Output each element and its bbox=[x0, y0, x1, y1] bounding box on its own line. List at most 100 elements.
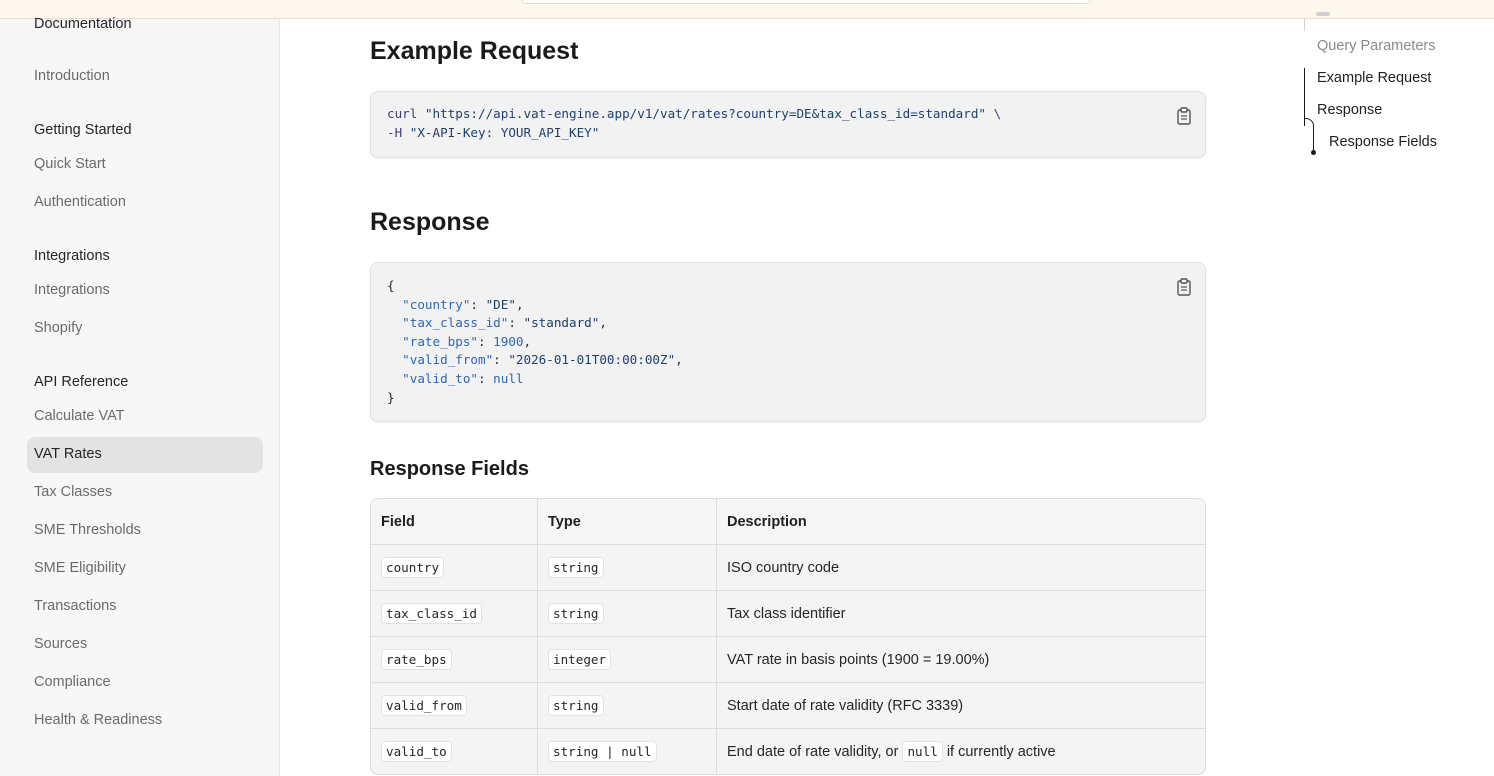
sidebar-section-documentation[interactable]: Documentation bbox=[34, 16, 132, 32]
field-cell: valid_from bbox=[371, 683, 538, 728]
clipboard-icon bbox=[1177, 107, 1191, 125]
sidebar-item-sme-eligibility[interactable]: SME Eligibility bbox=[34, 560, 126, 576]
sidebar-item-quick-start[interactable]: Quick Start bbox=[34, 156, 106, 172]
toc-item-response-fields[interactable]: Response Fields bbox=[1329, 134, 1437, 150]
field-code: valid_to bbox=[381, 741, 452, 762]
sidebar-item-sme-thresholds[interactable]: SME Thresholds bbox=[34, 522, 141, 538]
inline-code: null bbox=[902, 741, 943, 762]
sidebar-item-sources[interactable]: Sources bbox=[34, 636, 87, 652]
description-cell: End date of rate validity, or null if cu… bbox=[717, 729, 1205, 774]
code-token: , bbox=[515, 296, 524, 312]
description-cell: ISO country code bbox=[727, 559, 840, 576]
table-header-type: Type bbox=[538, 499, 717, 544]
response-fields-table: Field Type Description country string IS… bbox=[370, 498, 1206, 775]
copy-button[interactable] bbox=[1176, 107, 1192, 125]
toc-rail bbox=[1304, 19, 1305, 31]
sidebar-item-label: VAT Rates bbox=[34, 446, 102, 462]
code-token: "https://api.vat-engine.app/v1/vat/rates… bbox=[424, 106, 987, 121]
sidebar-item-transactions[interactable]: Transactions bbox=[34, 598, 116, 614]
json-value: "standard" bbox=[523, 315, 600, 331]
sidebar-group-api-reference: API Reference bbox=[34, 374, 129, 390]
response-code: { "country": "DE", "tax_class_id": "stan… bbox=[387, 278, 683, 405]
toc-dot bbox=[1311, 150, 1316, 155]
top-bar bbox=[0, 0, 1494, 19]
description-cell: Start date of rate validity (RFC 3339) bbox=[727, 697, 964, 714]
response-fields-heading: Response Fields bbox=[370, 458, 529, 480]
code-token: -H bbox=[387, 124, 403, 140]
search-input[interactable] bbox=[521, 0, 1091, 4]
code-token: { bbox=[387, 278, 395, 293]
table-row: country string ISO country code bbox=[371, 544, 1205, 590]
json-value: "DE" bbox=[485, 296, 516, 312]
sidebar-item-health-readiness[interactable]: Health & Readiness bbox=[34, 712, 162, 728]
type-cell: integer bbox=[538, 637, 717, 682]
field-cell: tax_class_id bbox=[371, 591, 538, 636]
json-value: "2026-01-01T00:00:00Z" bbox=[508, 352, 676, 368]
json-value: 1900 bbox=[493, 333, 524, 349]
json-key: "valid_to" bbox=[402, 370, 478, 386]
table-row: valid_to string | null End date of rate … bbox=[371, 728, 1205, 774]
code-token: , bbox=[523, 333, 532, 349]
toc-cutoff-text bbox=[1316, 12, 1330, 16]
json-key: "country" bbox=[402, 296, 471, 312]
sidebar-group-getting-started: Getting Started bbox=[34, 122, 132, 138]
table-row: tax_class_id string Tax class identifier bbox=[371, 590, 1205, 636]
description-text: if currently active bbox=[946, 743, 1056, 760]
type-cell: string | null bbox=[538, 729, 717, 774]
sidebar-item-shopify[interactable]: Shopify bbox=[34, 320, 82, 336]
toc-sub-rail bbox=[1313, 128, 1314, 152]
response-code-block: { "country": "DE", "tax_class_id": "stan… bbox=[370, 262, 1206, 422]
field-code: valid_from bbox=[381, 695, 467, 716]
sidebar: Documentation Introduction Getting Start… bbox=[0, 16, 280, 776]
code-token: } bbox=[387, 389, 395, 405]
sidebar-item-authentication[interactable]: Authentication bbox=[34, 194, 126, 210]
type-cell: string bbox=[538, 683, 717, 728]
field-code: country bbox=[381, 557, 445, 578]
table-header-row: Field Type Description bbox=[371, 499, 1205, 544]
description-cell: Tax class identifier bbox=[727, 605, 846, 622]
sidebar-item-compliance[interactable]: Compliance bbox=[34, 674, 111, 690]
table-header-field: Field bbox=[371, 499, 538, 544]
description-cell: VAT rate in basis points (1900 = 19.00%) bbox=[727, 651, 990, 668]
sidebar-item-tax-classes[interactable]: Tax Classes bbox=[34, 484, 112, 500]
toc-item-response[interactable]: Response bbox=[1317, 102, 1382, 118]
type-cell: string bbox=[538, 545, 717, 590]
json-key: "rate_bps" bbox=[402, 333, 478, 349]
toc-branch bbox=[1305, 118, 1314, 128]
example-request-heading: Example Request bbox=[370, 37, 579, 65]
sidebar-item-vat-rates[interactable]: VAT Rates bbox=[27, 437, 263, 473]
field-cell: country bbox=[371, 545, 538, 590]
code-token: , bbox=[599, 315, 607, 331]
table-row: rate_bps integer VAT rate in basis point… bbox=[371, 636, 1205, 682]
type-code: string | null bbox=[548, 741, 657, 762]
code-token: , bbox=[675, 352, 683, 368]
field-cell: rate_bps bbox=[371, 637, 538, 682]
json-value: null bbox=[493, 370, 524, 386]
code-token: \ bbox=[986, 106, 1002, 121]
field-cell: valid_to bbox=[371, 729, 538, 774]
request-code-block: curl "https://api.vat-engine.app/v1/vat/… bbox=[370, 91, 1206, 158]
type-cell: string bbox=[538, 591, 717, 636]
response-heading: Response bbox=[370, 208, 490, 236]
toc-item-example-request[interactable]: Example Request bbox=[1317, 70, 1431, 86]
request-code: curl "https://api.vat-engine.app/v1/vat/… bbox=[387, 105, 1001, 142]
code-token: curl bbox=[387, 106, 418, 121]
field-code: rate_bps bbox=[381, 649, 452, 670]
table-row: valid_from string Start date of rate val… bbox=[371, 682, 1205, 728]
clipboard-icon bbox=[1177, 278, 1191, 296]
sidebar-item-integrations[interactable]: Integrations bbox=[34, 282, 110, 298]
type-code: string bbox=[548, 557, 604, 578]
field-code: tax_class_id bbox=[381, 603, 482, 624]
description-text: End date of rate validity, or bbox=[727, 743, 899, 760]
sidebar-item-introduction[interactable]: Introduction bbox=[34, 68, 110, 84]
sidebar-item-calculate-vat[interactable]: Calculate VAT bbox=[34, 408, 125, 424]
toc-item-query-parameters[interactable]: Query Parameters bbox=[1317, 38, 1435, 54]
sidebar-group-integrations: Integrations bbox=[34, 248, 110, 264]
table-header-description: Description bbox=[727, 513, 807, 530]
code-token: "X-API-Key: YOUR_API_KEY" bbox=[409, 124, 600, 140]
json-key: "valid_from" bbox=[402, 352, 494, 368]
type-code: integer bbox=[548, 649, 612, 670]
copy-button[interactable] bbox=[1176, 278, 1192, 296]
toc-cutoff bbox=[1316, 0, 1376, 24]
type-code: string bbox=[548, 695, 604, 716]
